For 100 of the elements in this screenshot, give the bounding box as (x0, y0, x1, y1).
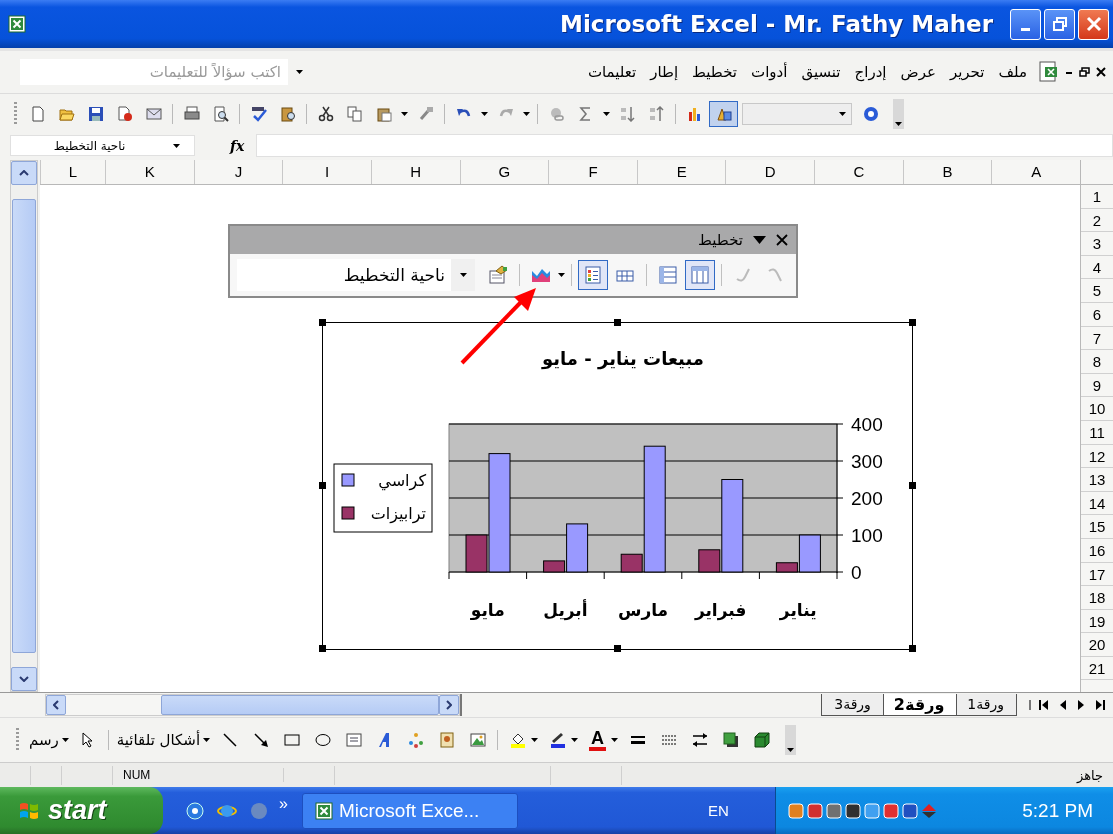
fill-color-icon[interactable] (509, 732, 526, 748)
row-header[interactable]: 14 (1081, 491, 1113, 516)
chart-wizard-icon[interactable] (686, 105, 703, 122)
research-book-icon[interactable] (279, 105, 296, 122)
selection-handle[interactable] (319, 319, 326, 326)
selection-handle[interactable] (319, 645, 326, 652)
scroll-thumb[interactable] (12, 199, 36, 653)
diagram-icon[interactable] (407, 732, 424, 748)
selection-handle[interactable] (319, 482, 326, 489)
column-header[interactable]: C (814, 160, 903, 184)
caret-icon[interactable] (531, 738, 539, 742)
menu-item[interactable]: ملف (991, 60, 1034, 84)
toolbar-options-button[interactable] (785, 725, 797, 755)
selection-handle[interactable] (614, 645, 621, 652)
scroll-down-icon[interactable] (19, 676, 29, 682)
next-sheet-icon[interactable] (1078, 700, 1084, 710)
toolbar-menu-caret-icon[interactable] (753, 236, 766, 244)
line-color-icon[interactable] (549, 732, 566, 748)
row-header[interactable]: 8 (1081, 350, 1113, 374)
quick-launch-overflow[interactable]: » (279, 794, 288, 813)
draw-menu-button[interactable]: رسم (25, 729, 73, 751)
scroll-up-icon[interactable] (19, 170, 29, 176)
picture-icon[interactable] (469, 732, 486, 748)
row-header[interactable]: 3 (1081, 232, 1113, 256)
by-column-toggle-button[interactable] (685, 260, 715, 290)
caret-icon[interactable] (558, 273, 565, 277)
column-header[interactable]: H (370, 160, 460, 184)
menu-item[interactable]: تنسيق (794, 60, 848, 84)
selection-handle[interactable] (909, 319, 916, 326)
row-header[interactable]: 15 (1081, 515, 1113, 539)
row-header[interactable]: 2 (1081, 208, 1113, 233)
document-permission-icon[interactable] (116, 105, 133, 122)
shadow-style-icon[interactable] (722, 732, 739, 748)
start-button[interactable]: start (0, 787, 163, 834)
restore-button[interactable] (1044, 8, 1075, 40)
font-color-button[interactable]: A (589, 729, 607, 751)
row-header[interactable]: 19 (1081, 609, 1113, 634)
close-button[interactable] (1078, 8, 1109, 40)
first-sheet-icon[interactable] (1039, 700, 1048, 710)
spell-check-icon[interactable] (250, 105, 267, 122)
document-icon[interactable] (1037, 61, 1059, 83)
close-icon[interactable] (1096, 67, 1106, 77)
autoshapes-menu-button[interactable]: أشكال تلقائية (112, 729, 215, 751)
menu-item[interactable]: إدراج (847, 60, 894, 84)
clip-art-icon[interactable] (438, 732, 455, 748)
insert-function-button[interactable]: fx (230, 137, 245, 154)
dash-style-icon[interactable] (660, 732, 677, 748)
column-header[interactable]: E (636, 160, 726, 184)
row-header[interactable]: 16 (1081, 538, 1113, 563)
row-header[interactable]: 21 (1081, 656, 1113, 681)
menu-item[interactable]: تعليمات (580, 60, 644, 84)
line-icon[interactable] (221, 732, 238, 748)
column-header[interactable]: G (459, 160, 549, 184)
menu-item[interactable]: إطار (643, 60, 686, 84)
3d-style-icon[interactable] (753, 732, 770, 748)
toolbar-options-button[interactable] (893, 98, 904, 129)
caret-icon[interactable] (603, 111, 610, 116)
scroll-thumb[interactable] (161, 695, 439, 715)
column-header[interactable]: J (193, 160, 283, 184)
last-sheet-icon[interactable] (1096, 700, 1105, 710)
menu-item[interactable]: أدوات (744, 60, 795, 84)
menu-item[interactable]: تحرير (942, 60, 992, 84)
column-header[interactable]: D (725, 160, 815, 184)
previous-sheet-icon[interactable] (1060, 700, 1066, 710)
horizontal-scrollbar[interactable] (45, 694, 460, 716)
email-icon[interactable] (145, 105, 162, 122)
sheet-tab[interactable]: ورقة3 (821, 694, 884, 716)
row-header[interactable]: 20 (1081, 633, 1113, 657)
row-header[interactable]: 7 (1081, 326, 1113, 351)
arrow-icon[interactable] (252, 732, 269, 748)
print-preview-icon[interactable] (212, 105, 229, 122)
help-icon[interactable] (862, 105, 879, 122)
column-header[interactable]: L (40, 160, 105, 184)
paste-icon[interactable] (375, 105, 392, 122)
caret-icon[interactable] (401, 111, 408, 116)
selection-handle[interactable] (909, 482, 916, 489)
format-painter-icon[interactable] (417, 105, 434, 122)
row-header[interactable]: 12 (1081, 444, 1113, 469)
drawing-toggle-button[interactable] (709, 100, 738, 127)
row-header[interactable]: 1 (1081, 185, 1113, 209)
sort-ascending-icon[interactable] (619, 105, 636, 122)
rectangle-icon[interactable] (283, 732, 300, 748)
close-icon[interactable] (776, 234, 788, 246)
row-header[interactable]: 9 (1081, 373, 1113, 398)
row-header[interactable]: 4 (1081, 255, 1113, 280)
column-header[interactable]: F (548, 160, 637, 184)
print-icon[interactable] (183, 105, 200, 122)
legend-toggle-button[interactable] (578, 260, 608, 290)
menu-item[interactable]: تخطيط (685, 60, 745, 84)
row-header[interactable]: 11 (1081, 420, 1113, 445)
formula-field[interactable] (256, 134, 1113, 157)
copy-icon[interactable] (346, 105, 363, 122)
name-box[interactable]: ناحية التخطيط (10, 135, 195, 156)
format-chart-icon[interactable] (488, 265, 508, 285)
row-header[interactable]: 6 (1081, 302, 1113, 327)
caret-icon[interactable] (523, 111, 530, 116)
text-box-icon[interactable] (345, 732, 362, 748)
column-header[interactable]: K (105, 160, 194, 184)
vertical-scrollbar[interactable] (10, 160, 38, 692)
row-header[interactable]: 13 (1081, 468, 1113, 492)
